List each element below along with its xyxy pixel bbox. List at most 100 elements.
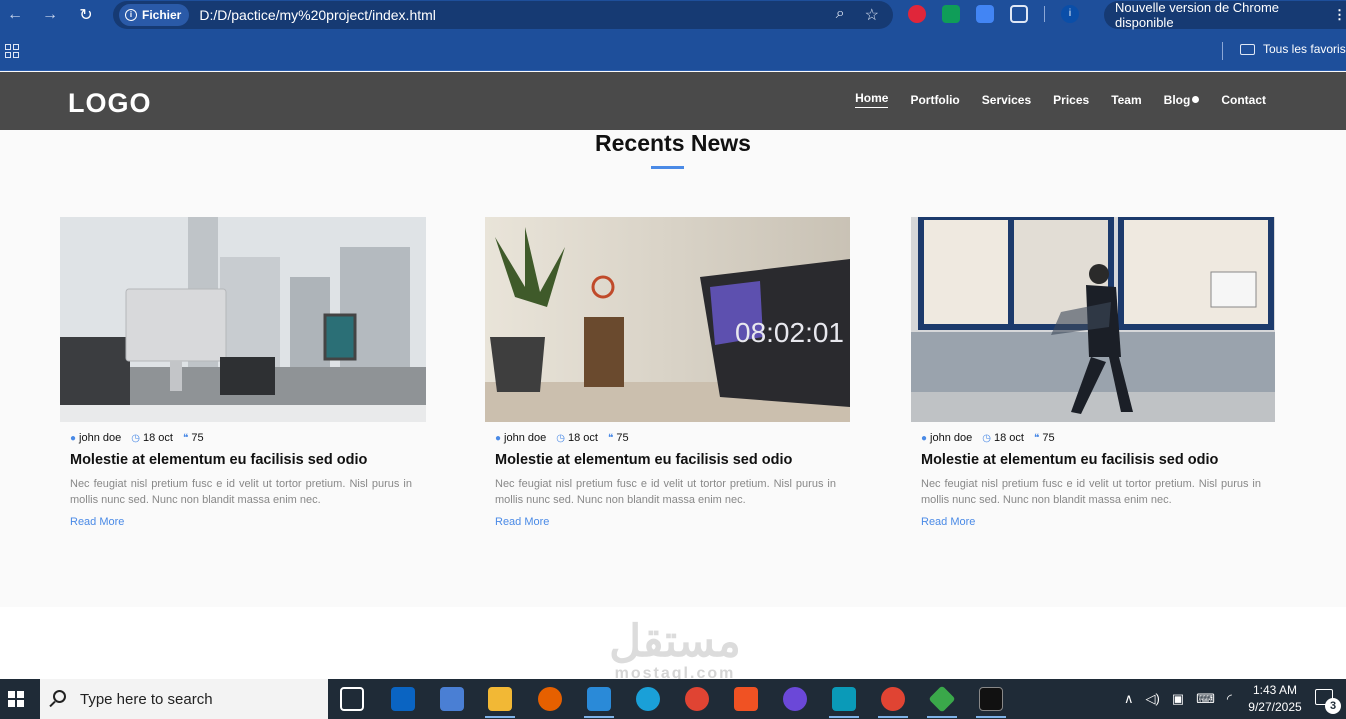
nav-blog[interactable]: Blog	[1164, 91, 1200, 108]
watermark-text: مستقل	[609, 617, 741, 666]
post-author[interactable]: ● john doe	[495, 432, 546, 444]
post-comments-count: 75	[1042, 432, 1055, 444]
section-title: Recents News	[595, 130, 751, 156]
chevron-up-icon[interactable]: ∧	[1124, 691, 1134, 707]
wifi-icon[interactable]: ◜	[1227, 691, 1232, 707]
post-title[interactable]: Molestie at elementum eu facilisis sed o…	[70, 452, 426, 468]
file-explorer-icon[interactable]	[488, 687, 512, 711]
info-icon: i	[125, 9, 137, 21]
camera-icon[interactable]: ▣	[1172, 691, 1184, 707]
user-icon: ●	[70, 432, 77, 444]
vscode-icon[interactable]	[587, 687, 611, 711]
update-notice-text: Nouvelle version de Chrome disponible	[1115, 0, 1280, 30]
post-meta: ● john doe ◷ 18 oct ❝ 75	[495, 432, 850, 444]
news-image-businessman[interactable]	[911, 217, 1275, 422]
nav-team[interactable]: Team	[1111, 91, 1141, 108]
post-author[interactable]: ● john doe	[70, 432, 121, 444]
site-logo[interactable]: LOGO	[68, 88, 152, 119]
read-more-link[interactable]: Read More	[495, 516, 850, 528]
profile-icon[interactable]: i	[1061, 5, 1079, 23]
active-app-indicator	[878, 716, 908, 718]
speaker-icon[interactable]: ◁)	[1146, 691, 1160, 707]
post-comments[interactable]: ❝ 75	[183, 432, 204, 444]
post-title[interactable]: Molestie at elementum eu facilisis sed o…	[921, 452, 1275, 468]
post-author[interactable]: ● john doe	[921, 432, 972, 444]
user-icon: ●	[921, 432, 928, 444]
search-icon	[53, 690, 66, 703]
post-date-text: 18 oct	[143, 432, 173, 444]
news-card: ● john doe ◷ 18 oct ❝ 75 Molestie at elemen…	[911, 217, 1275, 528]
site-info-chip[interactable]: i Fichier	[119, 4, 190, 26]
nav-prices-label: Prices	[1053, 92, 1090, 107]
forward-icon[interactable]: →	[38, 3, 62, 27]
read-more-link[interactable]: Read More	[70, 516, 426, 528]
active-app-indicator	[976, 716, 1006, 718]
reload-icon[interactable]: ↻	[74, 3, 98, 27]
chrome-update-button[interactable]: Nouvelle version de Chrome disponible ⋮	[1104, 0, 1346, 30]
google-translate-icon[interactable]	[976, 5, 994, 23]
bookmark-star-icon[interactable]: ☆	[865, 5, 879, 25]
title-underline	[651, 166, 684, 169]
brave-icon[interactable]	[734, 687, 758, 711]
zoom-icon[interactable]: ⌕	[836, 5, 845, 25]
firefox-icon[interactable]	[538, 687, 562, 711]
terminal-icon[interactable]	[979, 687, 1003, 711]
post-date-text: 18 oct	[568, 432, 598, 444]
site-nav: Home Portfolio Services Prices Team Blog…	[855, 91, 1266, 108]
user-icon: ●	[495, 432, 502, 444]
browser-toolbar: ← → ↻ i Fichier D:/D/pactice/my%20projec…	[0, 0, 1346, 30]
address-bar[interactable]: i Fichier D:/D/pactice/my%20project/inde…	[113, 1, 893, 29]
opera-icon[interactable]	[783, 687, 807, 711]
chrome-icon[interactable]	[685, 687, 709, 711]
url-text[interactable]: D:/D/pactice/my%20project/index.html	[199, 7, 436, 23]
git-app-icon[interactable]	[928, 685, 956, 713]
edge-icon[interactable]	[636, 687, 660, 711]
windows-start-icon[interactable]	[8, 691, 24, 707]
nav-services-label: Services	[981, 92, 1032, 107]
news-image-laptop[interactable]: 08:02:01	[485, 217, 850, 422]
site-header: LOGO Home Portfolio Services Prices Team…	[0, 72, 1346, 130]
post-comments[interactable]: ❝ 75	[1034, 432, 1055, 444]
post-author-text: john doe	[930, 432, 973, 444]
taskbar-search-box[interactable]: Type here to search	[40, 679, 328, 719]
apps-grid-icon[interactable]	[5, 44, 19, 58]
browser-e-icon[interactable]	[832, 687, 856, 711]
system-tray: ∧ ◁) ▣ ⌨ ◜	[1124, 691, 1232, 707]
nav-services[interactable]: Services	[982, 91, 1031, 108]
post-title[interactable]: Molestie at elementum eu facilisis sed o…	[495, 452, 850, 468]
read-more-link[interactable]: Read More	[921, 516, 1275, 528]
extension-red-icon[interactable]	[908, 5, 926, 23]
post-meta: ● john doe ◷ 18 oct ❝ 75	[921, 432, 1275, 444]
all-bookmarks-button[interactable]: Tous les favoris	[1240, 42, 1346, 56]
nav-contact[interactable]: Contact	[1221, 91, 1266, 108]
kebab-menu-icon[interactable]: ⋮	[1333, 7, 1346, 23]
news-image-office[interactable]	[60, 217, 426, 422]
active-app-indicator	[829, 716, 859, 718]
task-view-icon[interactable]	[340, 687, 364, 711]
nav-contact-label: Contact	[1221, 92, 1266, 107]
back-icon[interactable]: ←	[3, 3, 27, 27]
extensions-puzzle-icon[interactable]	[1010, 5, 1028, 23]
chrome-active-icon[interactable]	[881, 687, 905, 711]
post-comments[interactable]: ❝ 75	[608, 432, 629, 444]
keyboard-icon[interactable]: ⌨	[1196, 691, 1215, 707]
taskbar-clock[interactable]: 1:43 AM 9/27/2025	[1244, 682, 1306, 716]
comments-icon: ❝	[607, 432, 614, 444]
all-bookmarks-label: Tous les favoris	[1263, 42, 1346, 56]
toolbar-divider	[1044, 6, 1045, 22]
clock-icon: ◷	[556, 432, 565, 444]
nav-home[interactable]: Home	[855, 91, 889, 108]
active-app-indicator	[927, 716, 957, 718]
microsoft-store-icon[interactable]	[440, 687, 464, 711]
post-author-text: john doe	[504, 432, 547, 444]
watermark-logo: مستقل mostaql.com	[590, 618, 760, 688]
outlook-icon[interactable]	[391, 687, 415, 711]
nav-prices[interactable]: Prices	[1053, 91, 1089, 108]
nav-portfolio[interactable]: Portfolio	[910, 91, 959, 108]
chip-label: Fichier	[142, 8, 182, 22]
extension-shield-icon[interactable]	[942, 5, 960, 23]
post-date-text: 18 oct	[994, 432, 1024, 444]
active-app-indicator	[584, 716, 614, 718]
post-excerpt: Nec feugiat nisl pretium fusc e id velit…	[495, 478, 836, 506]
news-card: 08:02:01 ● john doe ◷ 18 oct ❝ 75 Molestie …	[485, 217, 850, 528]
